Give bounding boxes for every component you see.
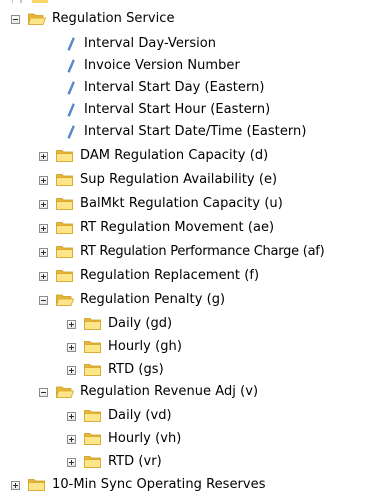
tree-node-label: Regulation Revenue Adj (v) [80, 384, 259, 399]
folder-icon [56, 221, 74, 235]
field-label: Interval Start Hour (Eastern) [84, 102, 271, 117]
field-label: Interval Day-Version [84, 36, 217, 51]
tree-node-label: Daily (gd) [108, 316, 173, 331]
folder-icon [84, 455, 102, 469]
tree-node-regulation-penalty[interactable]: Regulation Penalty (g) [39, 289, 225, 311]
tree-node-rt-regulation-movement[interactable]: RT Regulation Movement (ae) [39, 217, 274, 239]
tree-node-label: Hourly (gh) [108, 339, 182, 354]
tree-node-daily-gd[interactable]: Daily (gd) [67, 313, 172, 335]
tree-node-label: RT Regulation Performance Charge (af) [80, 244, 325, 259]
folder-icon [84, 340, 102, 354]
expand-toggle-icon[interactable] [11, 480, 20, 490]
expand-toggle-icon[interactable] [67, 365, 76, 375]
open-folder-icon [56, 385, 74, 399]
folder-icon [84, 363, 102, 377]
tree-node-rt-regulation-performance-charge[interactable]: RT Regulation Performance Charge (af) [39, 241, 325, 263]
report-tree: Regulation Service Interval Day-Version … [0, 0, 370, 492]
expand-toggle-icon[interactable] [67, 342, 76, 352]
folder-icon [28, 478, 46, 492]
expand-toggle-icon[interactable] [67, 411, 76, 421]
expand-toggle-icon[interactable] [39, 247, 48, 257]
collapse-toggle-icon[interactable] [39, 387, 48, 397]
expand-toggle-icon[interactable] [39, 199, 48, 209]
field-item-interval-day-version[interactable]: Interval Day-Version [67, 33, 216, 55]
open-folder-icon [56, 293, 74, 307]
tree-node-label: Daily (vd) [108, 408, 172, 423]
folder-icon [56, 149, 74, 163]
tree-node-label: 10-Min Sync Operating Reserves [52, 477, 266, 492]
tree-node-rtd-gs[interactable]: RTD (gs) [67, 359, 164, 381]
tree-node-dam-regulation-capacity[interactable]: DAM Regulation Capacity (d) [39, 145, 268, 167]
expand-toggle-icon[interactable] [39, 223, 48, 233]
expand-toggle-icon[interactable] [67, 319, 76, 329]
tree-node-regulation-replacement[interactable]: Regulation Replacement (f) [39, 265, 259, 287]
folder-icon [56, 269, 74, 283]
collapse-toggle-icon[interactable] [11, 14, 20, 24]
folder-icon [84, 432, 102, 446]
tree-node-label: RTD (vr) [108, 454, 162, 469]
tree-node-label: Regulation Service [52, 11, 175, 26]
field-icon [67, 59, 75, 73]
expand-toggle-icon[interactable] [67, 434, 76, 444]
clipped-row-top [0, 0, 370, 3]
open-folder-icon [28, 12, 46, 26]
tree-node-hourly-gh[interactable]: Hourly (gh) [67, 336, 182, 358]
tree-node-label: Sup Regulation Availability (e) [80, 172, 278, 187]
tree-node-10-min-sync-operating-reserves[interactable]: 10-Min Sync Operating Reserves [11, 474, 266, 492]
field-icon [67, 37, 75, 51]
folder-icon [84, 409, 102, 423]
folder-icon [56, 245, 74, 259]
field-label: Interval Start Day (Eastern) [84, 80, 265, 95]
tree-node-label: RT Regulation Movement (ae) [80, 220, 275, 235]
clipped-row-icon [12, 0, 48, 3]
tree-node-balmkt-regulation-capacity[interactable]: BalMkt Regulation Capacity (u) [39, 193, 283, 215]
tree-node-label: RTD (gs) [108, 362, 164, 377]
tree-node-hourly-vh[interactable]: Hourly (vh) [67, 428, 181, 450]
field-item-interval-start-datetime[interactable]: Interval Start Date/Time (Eastern) [67, 121, 306, 143]
field-item-invoice-version-number[interactable]: Invoice Version Number [67, 55, 240, 77]
tree-node-rtd-vr[interactable]: RTD (vr) [67, 451, 162, 473]
tree-node-regulation-revenue-adj[interactable]: Regulation Revenue Adj (v) [39, 381, 258, 403]
tree-node-sup-regulation-availability[interactable]: Sup Regulation Availability (e) [39, 169, 277, 191]
tree-node-label: Regulation Penalty (g) [80, 292, 226, 307]
tree-node-label: DAM Regulation Capacity (d) [80, 148, 269, 163]
tree-node-regulation-service[interactable]: Regulation Service [11, 8, 175, 30]
folder-icon [56, 173, 74, 187]
collapse-toggle-icon[interactable] [39, 295, 48, 305]
field-item-interval-start-day[interactable]: Interval Start Day (Eastern) [67, 77, 265, 99]
field-item-interval-start-hour[interactable]: Interval Start Hour (Eastern) [67, 99, 270, 121]
tree-node-label: Regulation Replacement (f) [80, 268, 260, 283]
expand-toggle-icon[interactable] [39, 151, 48, 161]
field-icon [67, 103, 75, 117]
field-label: Interval Start Date/Time (Eastern) [84, 124, 307, 139]
expand-toggle-icon[interactable] [67, 457, 76, 467]
folder-icon [84, 317, 102, 331]
expand-toggle-icon[interactable] [39, 271, 48, 281]
tree-node-daily-vd[interactable]: Daily (vd) [67, 405, 172, 427]
field-icon [67, 81, 75, 95]
tree-node-label: Hourly (vh) [108, 431, 182, 446]
tree-node-label: BalMkt Regulation Capacity (u) [80, 196, 283, 211]
field-label: Invoice Version Number [84, 58, 240, 73]
field-icon [67, 125, 75, 139]
folder-icon [56, 197, 74, 211]
expand-toggle-icon[interactable] [39, 175, 48, 185]
